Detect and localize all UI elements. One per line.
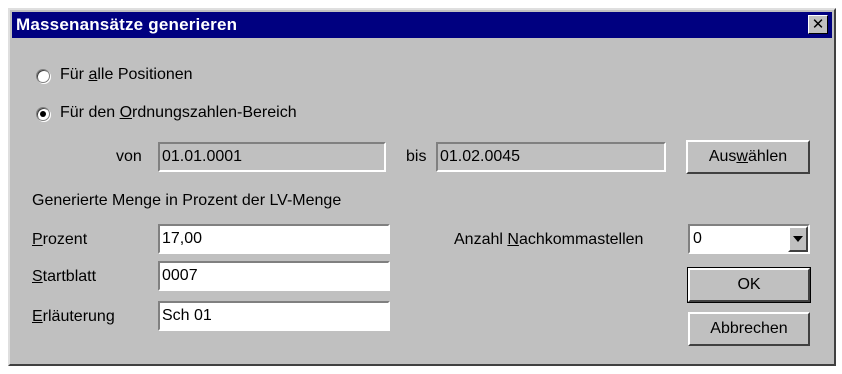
radio-ordnungszahlen-range-label[interactable]: Für den Ordnungszahlen-Bereich — [60, 104, 297, 122]
range-to-label: bis — [406, 148, 427, 165]
decimals-select[interactable]: 0 — [688, 224, 810, 254]
range-to-field: 01.02.0045 — [436, 142, 666, 172]
radio-selected-dot — [40, 111, 46, 117]
generated-heading: Generierte Menge in Prozent der LV-Menge — [32, 192, 342, 209]
ok-button[interactable]: OK — [687, 267, 811, 303]
chevron-down-icon — [793, 236, 803, 242]
decimals-value: 0 — [693, 230, 702, 247]
startsheet-input[interactable]: 0007 — [158, 261, 390, 291]
dialog-window: Massenansätze generieren ✕ Für alle Posi… — [8, 8, 836, 366]
close-button[interactable]: ✕ — [808, 15, 828, 34]
radio-ordnungszahlen-range[interactable] — [36, 107, 50, 121]
radio-all-positions-label[interactable]: Für alle Positionen — [60, 66, 193, 84]
radio-all-positions[interactable] — [36, 69, 50, 83]
dialog-title: Massenansätze generieren — [16, 15, 238, 34]
startsheet-label: Startblatt — [32, 268, 97, 285]
decimals-label: Anzahl Nachkommastellen — [454, 231, 644, 248]
explanation-label: Erläuterung — [32, 308, 115, 325]
dropdown-button[interactable] — [788, 226, 808, 252]
cancel-button[interactable]: Abbrechen — [688, 312, 810, 346]
percent-label: Prozent — [32, 231, 88, 248]
range-from-field: 01.01.0001 — [158, 142, 386, 172]
close-icon: ✕ — [811, 15, 825, 33]
title-bar: Massenansätze generieren ✕ — [12, 12, 832, 38]
select-range-button[interactable]: Auswählen — [686, 140, 810, 174]
explanation-input[interactable]: Sch 01 — [158, 301, 390, 331]
percent-input[interactable]: 17,00 — [158, 224, 390, 254]
range-from-label: von — [116, 148, 142, 165]
